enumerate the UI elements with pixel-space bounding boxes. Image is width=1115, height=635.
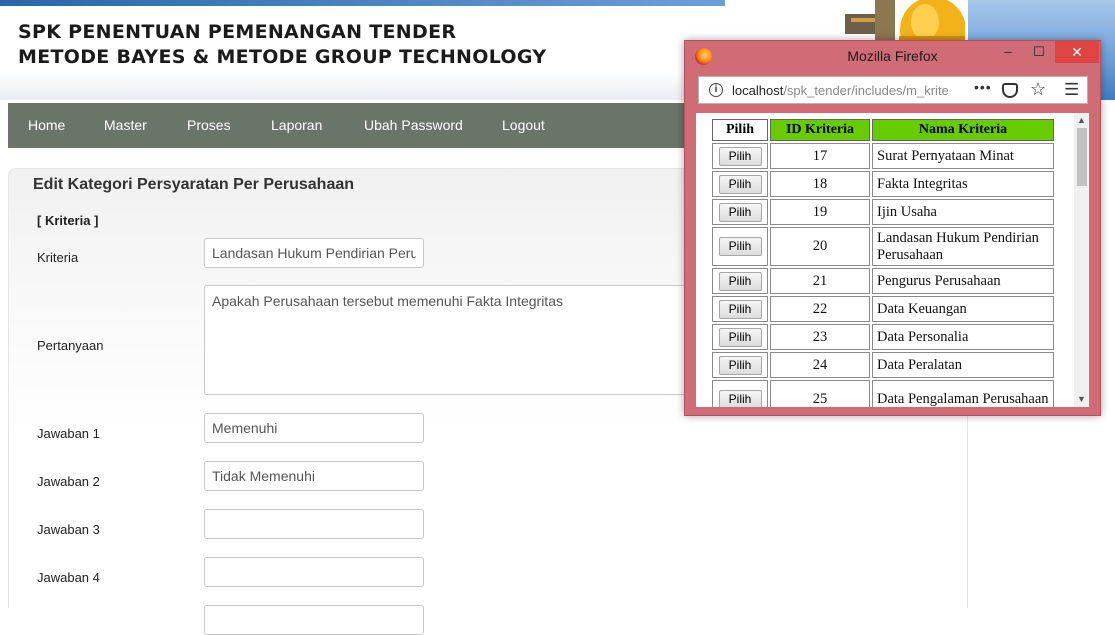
nav-home[interactable]: Home <box>28 103 65 148</box>
jawaban3-label: Jawaban 3 <box>37 522 100 537</box>
header-stripe <box>0 0 725 6</box>
pilih-button[interactable]: Pilih <box>718 146 762 166</box>
nama-cell: Landasan Hukum Pendirian Perusahaan <box>872 227 1054 266</box>
pertanyaan-textarea[interactable]: Apakah Perusahaan tersebut memenuhi Fakt… <box>204 285 704 395</box>
minimize-button[interactable]: – <box>992 41 1024 63</box>
id-cell: 20 <box>770 227 870 266</box>
pilih-button[interactable]: Pilih <box>718 390 762 407</box>
nama-cell: Pengurus Perusahaan <box>872 268 1054 294</box>
close-button[interactable]: ✕ <box>1055 41 1099 63</box>
id-cell: 21 <box>770 268 870 294</box>
table-row: Pilih 21 Pengurus Perusahaan <box>712 268 1054 294</box>
kriteria-table: Pilih ID Kriteria Nama Kriteria Pilih 17… <box>710 117 1056 407</box>
vertical-scrollbar[interactable]: ▲ ▼ <box>1074 113 1089 407</box>
pilih-button[interactable]: Pilih <box>718 271 762 291</box>
id-cell: 19 <box>770 199 870 225</box>
page-actions-more-icon[interactable]: ••• <box>974 79 992 95</box>
nama-cell: Surat Pernyataan Minat <box>872 143 1054 169</box>
nav-master[interactable]: Master <box>104 103 147 148</box>
kriteria-input[interactable] <box>204 238 424 268</box>
url-host: localhost <box>732 83 784 98</box>
table-row: Pilih 17 Surat Pernyataan Minat <box>712 143 1054 169</box>
table-header-row: Pilih ID Kriteria Nama Kriteria <box>712 119 1054 141</box>
nama-cell: Data Peralatan <box>872 352 1054 378</box>
nav-proses[interactable]: Proses <box>187 103 231 148</box>
jawaban1-label: Jawaban 1 <box>37 426 100 441</box>
id-cell: 25 <box>770 380 870 407</box>
id-cell: 22 <box>770 296 870 322</box>
nama-cell: Ijin Usaha <box>872 199 1054 225</box>
site-title-line1: SPK PENENTUAN PEMENANGAN TENDER <box>18 21 457 43</box>
nav-ubah-password[interactable]: Ubah Password <box>364 103 463 148</box>
table-row: Pilih 24 Data Peralatan <box>712 352 1054 378</box>
scroll-up-icon[interactable]: ▲ <box>1074 113 1089 128</box>
pilih-button[interactable]: Pilih <box>718 174 762 194</box>
address-bar[interactable]: i localhost/spk_tender/includes/m_krite … <box>698 76 1088 104</box>
table-row: Pilih 19 Ijin Usaha <box>712 199 1054 225</box>
header-id-kriteria: ID Kriteria <box>770 119 870 141</box>
url-text[interactable]: localhost/spk_tender/includes/m_krite <box>732 83 967 98</box>
jawaban1-input[interactable] <box>204 413 424 443</box>
section-label-kriteria: [ Kriteria ] <box>37 213 99 228</box>
kriteria-label: Kriteria <box>37 250 79 265</box>
url-path: /spk_tender/includes/m_krite <box>783 83 949 98</box>
id-cell: 23 <box>770 324 870 350</box>
popup-page-content: Pilih ID Kriteria Nama Kriteria Pilih 17… <box>696 113 1089 407</box>
nav-logout[interactable]: Logout <box>502 103 545 148</box>
jawaban5-input[interactable] <box>204 605 424 635</box>
table-row: Pilih 25 Data Pengalaman Perusahaan <box>712 380 1054 407</box>
id-cell: 18 <box>770 171 870 197</box>
site-title-line2: METODE BAYES & METODE GROUP TECHNOLOGY <box>18 46 547 68</box>
table-row: Pilih 22 Data Keuangan <box>712 296 1054 322</box>
pilih-button[interactable]: Pilih <box>718 202 762 222</box>
scrollbar-thumb[interactable] <box>1077 128 1087 186</box>
nama-cell: Fakta Integritas <box>872 171 1054 197</box>
helmet-icon <box>845 0 965 45</box>
pilih-button[interactable]: Pilih <box>718 237 762 256</box>
jawaban4-label: Jawaban 4 <box>37 570 100 585</box>
table-row: Pilih 20 Landasan Hukum Pendirian Perusa… <box>712 227 1054 266</box>
nama-cell: Data Pengalaman Perusahaan <box>872 380 1054 407</box>
popup-titlebar[interactable]: Mozilla Firefox – ☐ ✕ <box>685 41 1100 71</box>
nav-laporan[interactable]: Laporan <box>271 103 322 148</box>
hamburger-menu-icon[interactable]: ☰ <box>1064 80 1079 100</box>
pocket-icon[interactable] <box>1002 83 1018 98</box>
nama-cell: Data Personalia <box>872 324 1054 350</box>
jawaban2-input[interactable] <box>204 461 424 491</box>
table-row: Pilih 23 Data Personalia <box>712 324 1054 350</box>
bookmark-star-icon[interactable]: ☆ <box>1030 79 1046 100</box>
jawaban2-label: Jawaban 2 <box>37 474 100 489</box>
jawaban4-input[interactable] <box>204 557 424 587</box>
nama-cell: Data Keuangan <box>872 296 1054 322</box>
info-icon[interactable]: i <box>709 83 723 97</box>
header-nama-kriteria: Nama Kriteria <box>872 119 1054 141</box>
jawaban3-input[interactable] <box>204 509 424 539</box>
maximize-button[interactable]: ☐ <box>1023 41 1055 63</box>
table-row: Pilih 18 Fakta Integritas <box>712 171 1054 197</box>
pilih-button[interactable]: Pilih <box>718 299 762 319</box>
pilih-button[interactable]: Pilih <box>718 355 762 375</box>
id-cell: 24 <box>770 352 870 378</box>
firefox-popup-window: Mozilla Firefox – ☐ ✕ i localhost/spk_te… <box>684 40 1101 416</box>
header-pilih: Pilih <box>712 119 768 141</box>
scroll-down-icon[interactable]: ▼ <box>1074 392 1089 407</box>
pilih-button[interactable]: Pilih <box>718 327 762 347</box>
page-title: Edit Kategori Persyaratan Per Perusahaan <box>33 176 355 193</box>
id-cell: 17 <box>770 143 870 169</box>
pertanyaan-label: Pertanyaan <box>37 338 104 353</box>
